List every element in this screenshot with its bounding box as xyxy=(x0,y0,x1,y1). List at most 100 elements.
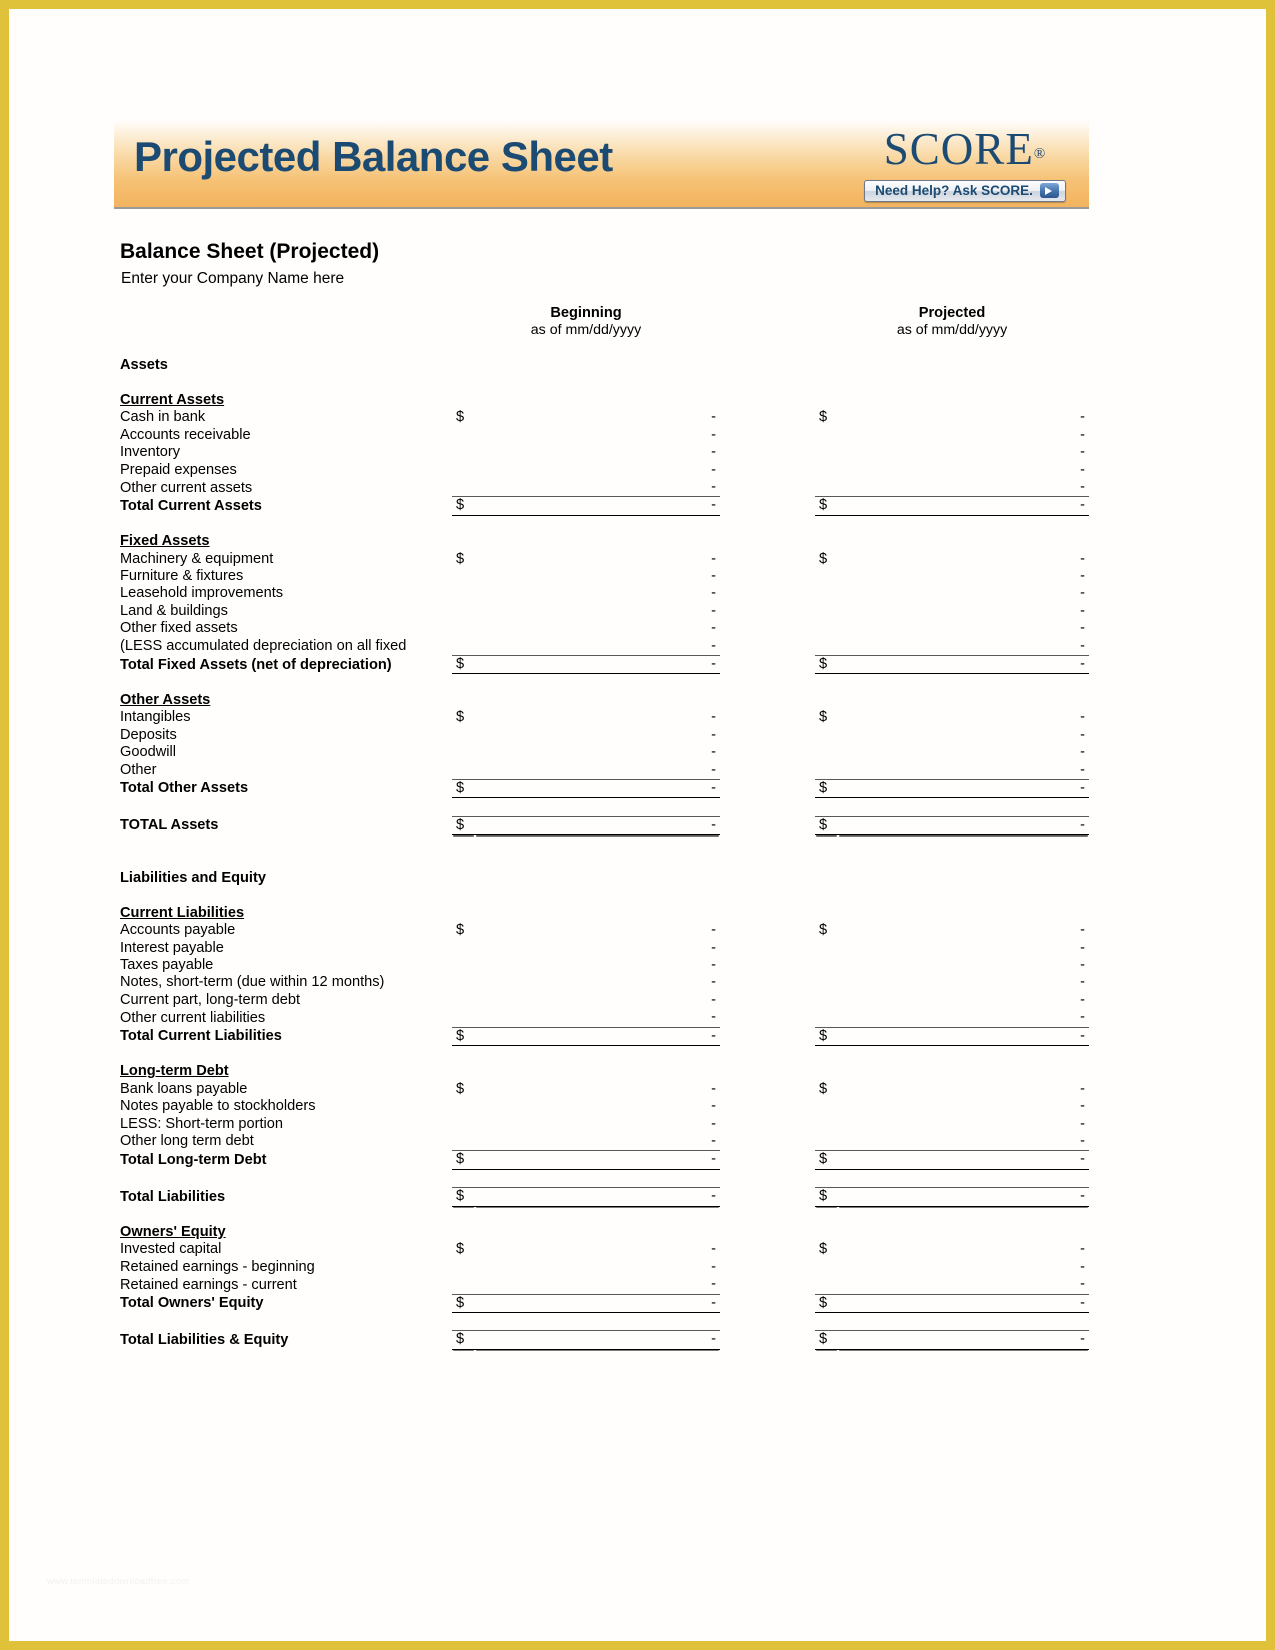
projected-value[interactable]: - xyxy=(838,479,1089,497)
total-row: Total Other Assets $ - $ - xyxy=(117,778,1090,799)
row-label: Machinery & equipment xyxy=(120,550,274,567)
beginning-value[interactable]: - xyxy=(475,479,720,497)
projected-value[interactable]: - xyxy=(838,922,1089,939)
projected-value[interactable]: - xyxy=(838,638,1089,656)
projected-value[interactable]: - xyxy=(838,1116,1089,1133)
projected-value[interactable]: - xyxy=(838,1081,1089,1098)
total-liabilities-row: Total Liabilities $ - $ - xyxy=(117,1187,1090,1207)
total-row: Total Current Assets $ - $ - xyxy=(117,496,1090,516)
row-label: Retained earnings - current xyxy=(120,1276,297,1293)
beginning-value[interactable]: - xyxy=(475,1098,720,1115)
beginning-value[interactable]: - xyxy=(475,1009,720,1027)
table-row: Bank loans payable $ - $ - xyxy=(117,1081,1089,1098)
beginning-value[interactable]: - xyxy=(475,727,720,744)
current-liabilities-heading-row: Current Liabilities xyxy=(117,905,1089,922)
beginning-value[interactable]: - xyxy=(475,603,720,620)
beginning-value[interactable]: - xyxy=(475,940,720,957)
row-label: LESS: Short-term portion xyxy=(120,1115,284,1132)
projected-value[interactable]: - xyxy=(838,1276,1089,1294)
beginning-value[interactable]: - xyxy=(475,1259,720,1276)
currency-symbol: $ xyxy=(456,922,465,939)
projected-value[interactable]: - xyxy=(838,709,1089,726)
beginning-value[interactable]: - xyxy=(475,1116,720,1133)
row-label: Total Liabilities & Equity xyxy=(120,1331,289,1348)
table-row: Other current liabilities - - xyxy=(117,1009,1089,1027)
row-label: Total Liabilities xyxy=(120,1188,226,1205)
projected-value[interactable]: - xyxy=(838,620,1089,637)
beginning-value[interactable]: - xyxy=(475,585,720,602)
projected-total: - xyxy=(838,655,1090,675)
projected-value[interactable]: - xyxy=(838,727,1089,744)
beginning-total: - xyxy=(475,1150,720,1170)
score-header-banner: Projected Balance Sheet SCORE® Need Help… xyxy=(114,119,1089,209)
beginning-value[interactable]: - xyxy=(475,1241,720,1258)
row-label: Notes, short-term (due within 12 months) xyxy=(120,974,385,991)
projected-value[interactable]: - xyxy=(838,568,1089,585)
beginning-value[interactable]: - xyxy=(475,1276,720,1294)
beginning-value[interactable]: - xyxy=(475,922,720,939)
row-label: Inventory xyxy=(120,444,181,461)
projected-value[interactable]: - xyxy=(838,974,1089,991)
projected-value[interactable]: - xyxy=(838,762,1089,780)
table-row: Retained earnings - current - - xyxy=(117,1276,1089,1294)
row-label: Other fixed assets xyxy=(120,620,238,637)
table-row: Intangibles $ - $ - xyxy=(117,709,1089,726)
row-label: Land & buildings xyxy=(120,602,228,619)
beginning-value[interactable]: - xyxy=(475,462,720,479)
projected-value[interactable]: - xyxy=(838,427,1089,444)
beginning-value[interactable]: - xyxy=(475,427,720,444)
beginning-value[interactable]: - xyxy=(475,1133,720,1151)
beginning-value[interactable]: - xyxy=(475,1081,720,1098)
beginning-value[interactable]: - xyxy=(475,444,720,461)
currency-symbol: $ xyxy=(452,778,475,799)
projected-total: - xyxy=(838,1293,1090,1313)
row-label: Prepaid expenses xyxy=(120,461,237,478)
projected-value[interactable]: - xyxy=(838,409,1089,426)
beginning-value[interactable]: - xyxy=(475,744,720,761)
row-label: Goodwill xyxy=(120,744,176,761)
projected-value[interactable]: - xyxy=(838,462,1089,479)
beginning-value[interactable]: - xyxy=(475,409,720,426)
projected-value[interactable]: - xyxy=(838,1259,1089,1276)
beginning-value[interactable]: - xyxy=(475,957,720,974)
projected-value[interactable]: - xyxy=(838,1098,1089,1115)
beginning-value[interactable]: - xyxy=(475,992,720,1009)
table-row: Goodwill - - xyxy=(117,744,1089,761)
projected-value[interactable]: - xyxy=(838,585,1089,602)
currency-symbol: $ xyxy=(815,1330,838,1350)
page-title: Balance Sheet (Projected) xyxy=(120,240,380,263)
table-row: Other fixed assets - - xyxy=(117,620,1089,637)
currency-symbol: $ xyxy=(452,1187,475,1207)
beginning-value[interactable]: - xyxy=(475,568,720,585)
watermark: www.templatedownloadfree.com xyxy=(47,1576,190,1587)
projected-value[interactable]: - xyxy=(838,940,1089,957)
projected-value[interactable]: - xyxy=(838,444,1089,461)
beginning-value[interactable]: - xyxy=(475,974,720,991)
beginning-value[interactable]: - xyxy=(475,620,720,637)
beginning-value[interactable]: - xyxy=(475,762,720,780)
projected-value[interactable]: - xyxy=(838,603,1089,620)
projected-value[interactable]: - xyxy=(838,551,1089,568)
projected-value[interactable]: - xyxy=(838,744,1089,761)
currency-symbol: $ xyxy=(819,1080,828,1097)
table-row: Interest payable - - xyxy=(117,940,1089,957)
beginning-value[interactable]: - xyxy=(475,709,720,726)
need-help-button[interactable]: Need Help? Ask SCORE. xyxy=(864,180,1066,202)
projected-value[interactable]: - xyxy=(838,957,1089,974)
beginning-value[interactable]: - xyxy=(475,638,720,656)
projected-value[interactable]: - xyxy=(838,1133,1089,1151)
col-subheader-projected: as of mm/dd/yyyy xyxy=(896,322,1008,339)
col-header-projected: Projected xyxy=(918,305,986,321)
company-name-field[interactable]: Enter your Company Name here xyxy=(121,270,344,288)
currency-symbol: $ xyxy=(452,1330,475,1350)
total-assets-row: TOTAL Assets $ - $ - xyxy=(117,815,1090,836)
beginning-total: - xyxy=(475,815,720,836)
table-row: (LESS accumulated depreciation on all fi… xyxy=(117,638,1089,656)
projected-value[interactable]: - xyxy=(838,1009,1089,1027)
beginning-total: - xyxy=(475,1330,720,1350)
projected-value[interactable]: - xyxy=(838,992,1089,1009)
projected-value[interactable]: - xyxy=(838,1241,1089,1258)
beginning-value[interactable]: - xyxy=(475,551,720,568)
table-row: Notes payable to stockholders - - xyxy=(117,1098,1089,1115)
table-row: Retained earnings - beginning - - xyxy=(117,1259,1089,1276)
